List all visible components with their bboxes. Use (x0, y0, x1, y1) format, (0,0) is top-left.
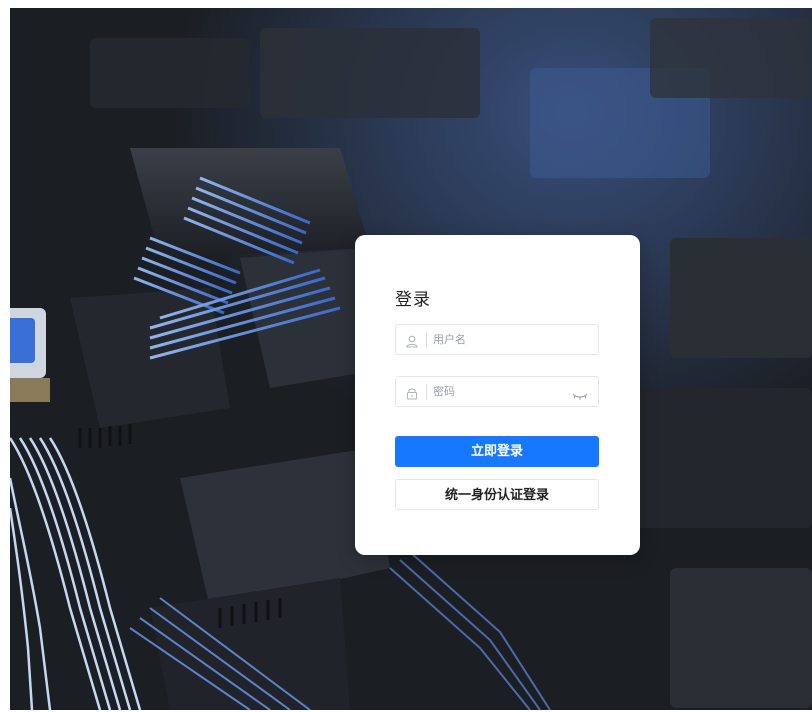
login-page: 登录 用户名 立即登录 统一身份认证登录 (0, 0, 812, 712)
password-input[interactable] (433, 377, 563, 406)
password-field[interactable] (395, 376, 599, 407)
field-separator (426, 333, 427, 347)
field-separator (426, 385, 427, 399)
login-card: 登录 用户名 立即登录 统一身份认证登录 (355, 235, 640, 555)
username-field[interactable] (395, 324, 599, 355)
username-input[interactable] (433, 325, 563, 354)
login-title: 登录 (395, 290, 431, 310)
login-button[interactable]: 立即登录 (395, 436, 599, 467)
eye-closed-icon[interactable] (572, 386, 588, 400)
user-icon (405, 333, 419, 348)
sso-login-button[interactable]: 统一身份认证登录 (395, 479, 599, 510)
lock-icon (405, 385, 419, 400)
